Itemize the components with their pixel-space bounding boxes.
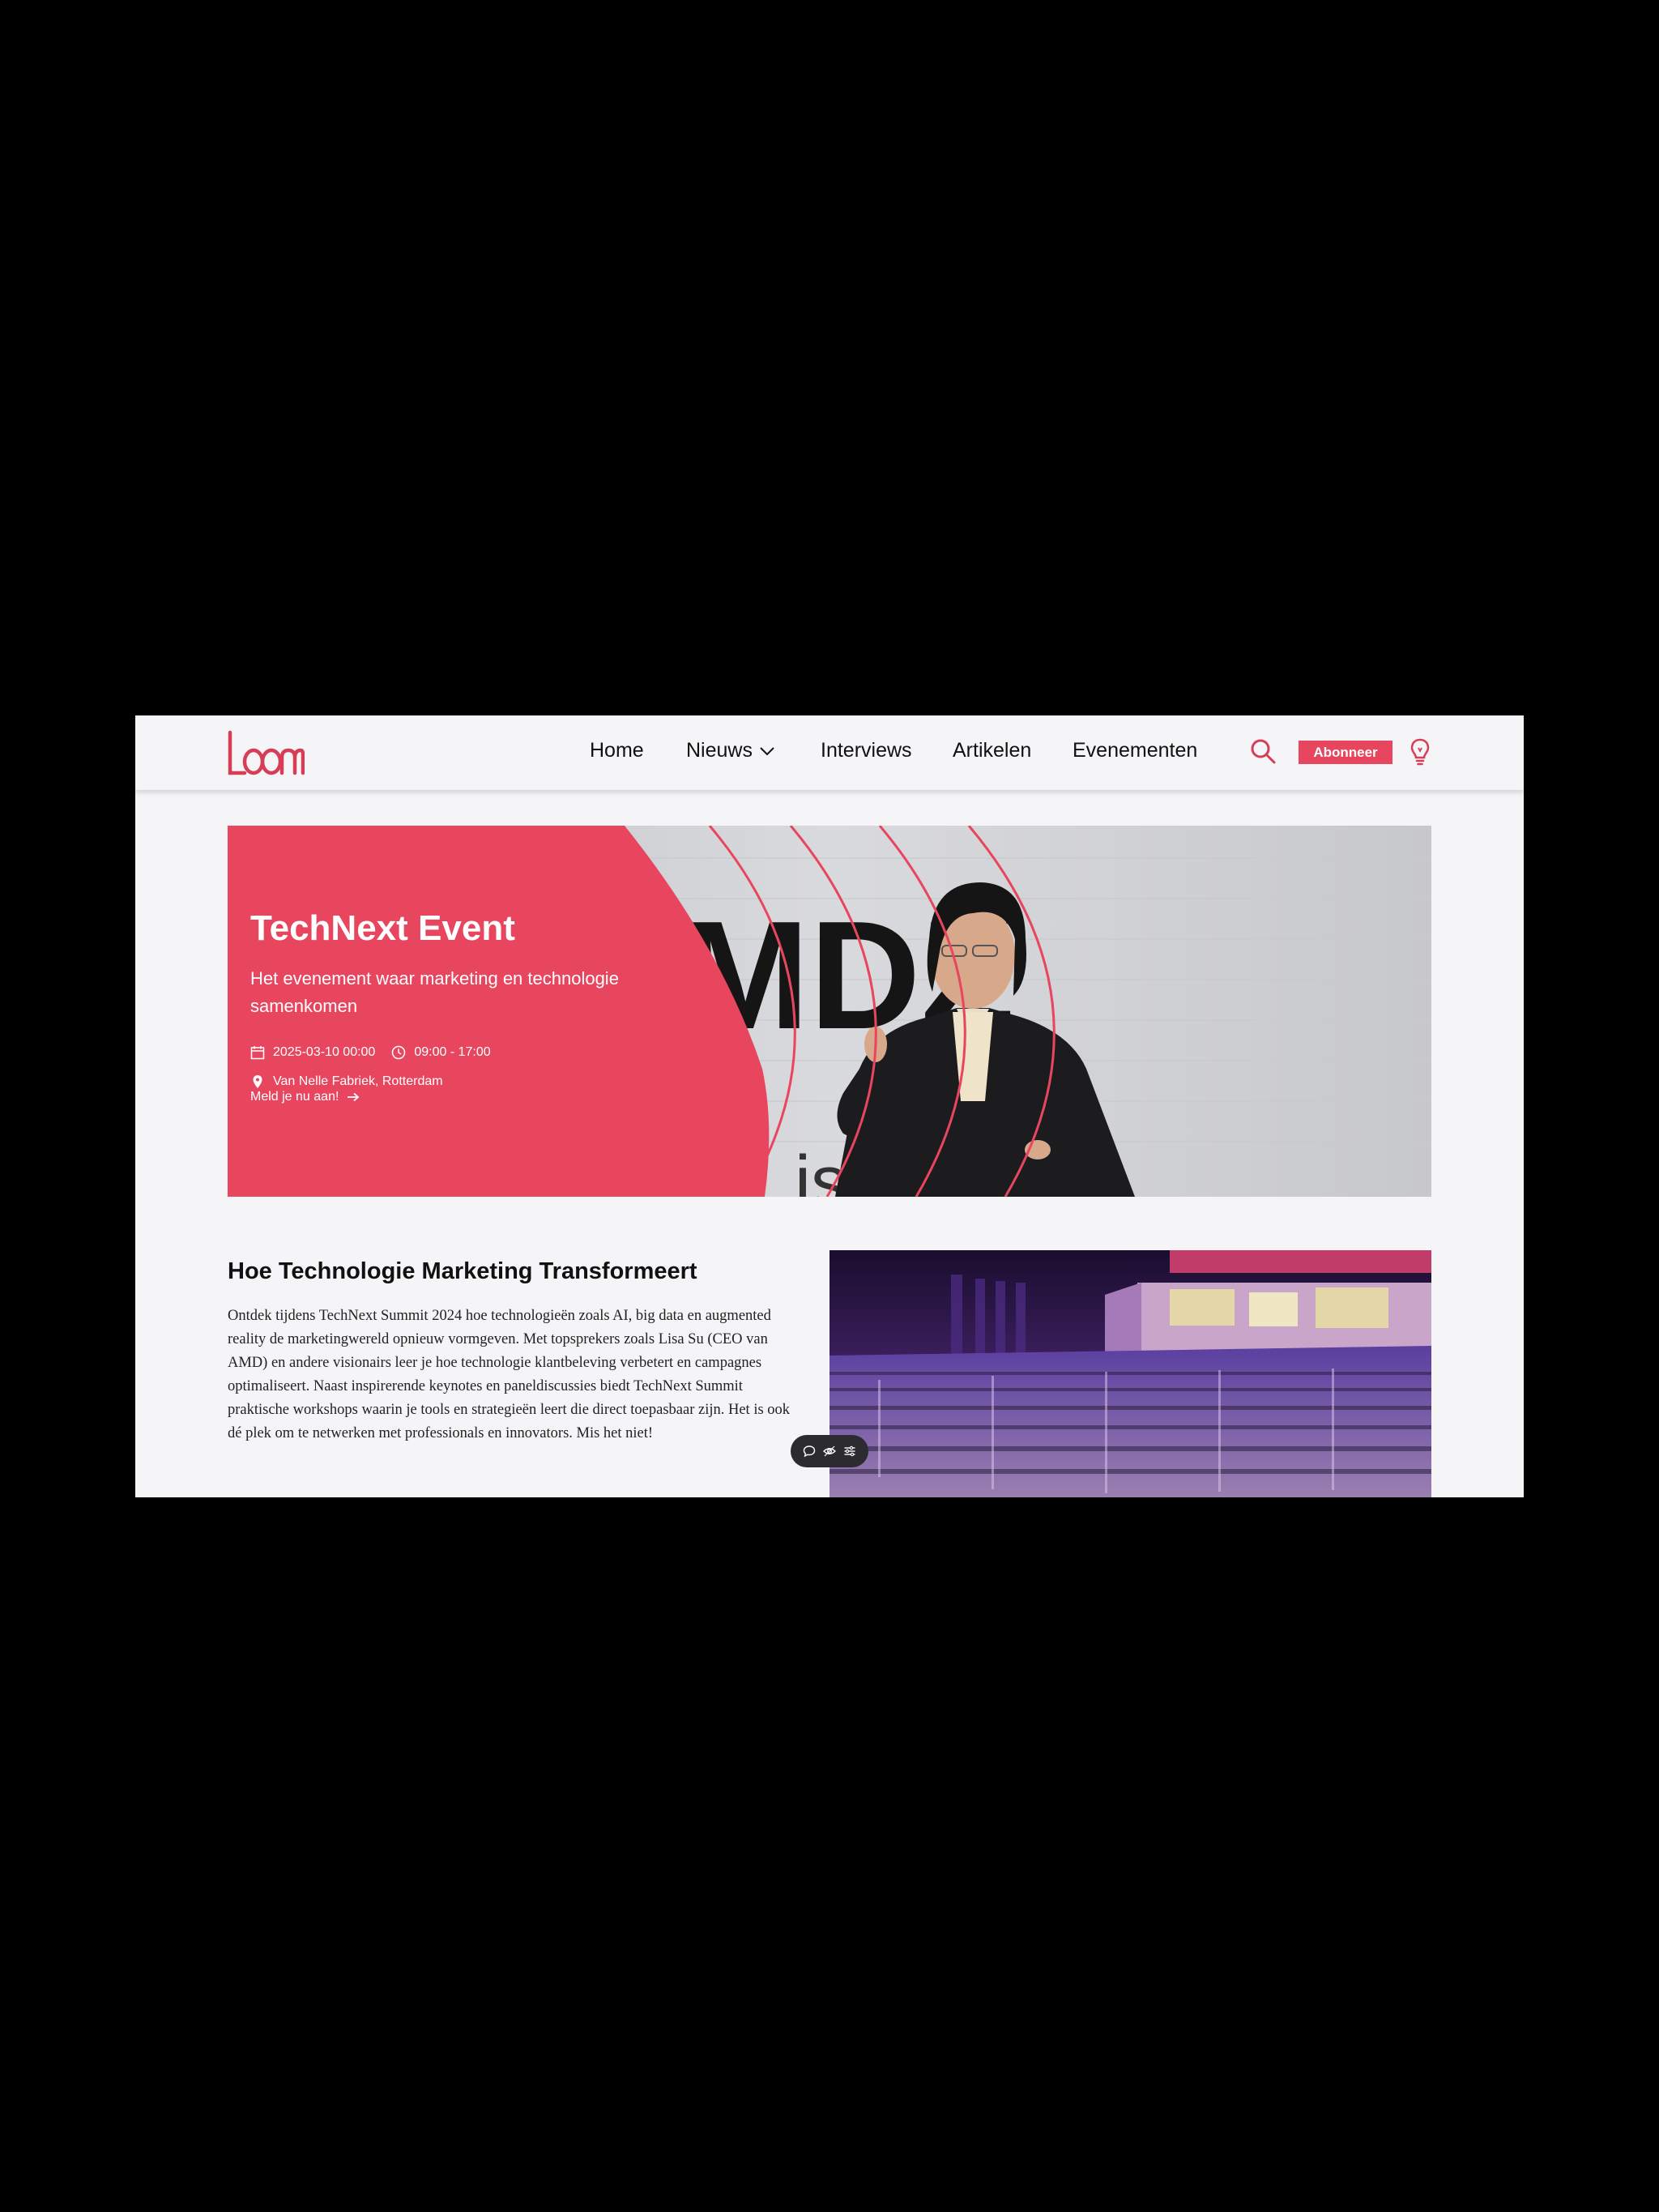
- article-title: Hoe Technologie Marketing Transformeert: [228, 1258, 697, 1284]
- nav-artikelen[interactable]: Artikelen: [953, 738, 1031, 762]
- hero-date: 2025-03-10 00:00: [273, 1045, 376, 1059]
- nav-nieuws[interactable]: Nieuws: [686, 738, 775, 762]
- subscribe-button[interactable]: Abonneer: [1299, 741, 1392, 764]
- register-link-label: Meld je nu aan!: [250, 1090, 339, 1104]
- register-link[interactable]: Meld je nu aan!: [250, 1090, 360, 1104]
- settings-sliders-icon[interactable]: [843, 1445, 856, 1458]
- nav-interviews-label: Interviews: [821, 739, 912, 762]
- arrow-right-icon: [348, 1092, 360, 1102]
- hero-subtitle: Het evenement waar marketing en technolo…: [250, 968, 619, 1016]
- chevron-down-icon: [760, 747, 774, 756]
- location-pin-icon: [253, 1075, 262, 1088]
- nav-home-label: Home: [590, 739, 644, 762]
- search-icon[interactable]: [1249, 737, 1277, 765]
- article-body: Ontdek tijdens TechNext Summit 2024 hoe …: [228, 1308, 791, 1441]
- lightbulb-icon[interactable]: [1410, 737, 1431, 767]
- hero-datetime-row: 2025-03-10 00:00 09:00 - 17:00: [250, 1045, 491, 1060]
- hero-banner: MDZ isa TechNext Event: [228, 826, 1431, 1197]
- nav-evenementen[interactable]: Evenementen: [1073, 738, 1197, 762]
- calendar-icon: [250, 1046, 265, 1060]
- comment-icon[interactable]: [803, 1445, 816, 1458]
- nav-home[interactable]: Home: [590, 738, 644, 762]
- top-navbar: Home Nieuws Interviews Artikelen Eveneme…: [135, 715, 1524, 790]
- hero-location-row: Van Nelle Fabriek, Rotterdam: [250, 1074, 443, 1089]
- conference-hall-photo: [830, 1250, 1431, 1497]
- hero-time: 09:00 - 17:00: [414, 1045, 491, 1059]
- nav-evenementen-label: Evenementen: [1073, 739, 1198, 762]
- clock-icon: [392, 1045, 406, 1060]
- eye-icon[interactable]: [823, 1445, 836, 1458]
- hero-title: TechNext Event: [250, 908, 515, 948]
- floating-toolbar: [791, 1435, 868, 1467]
- nav-artikelen-label: Artikelen: [953, 739, 1032, 762]
- nav-nieuws-label: Nieuws: [686, 739, 753, 762]
- loom-logo[interactable]: [227, 730, 305, 777]
- hero-location: Van Nelle Fabriek, Rotterdam: [273, 1074, 443, 1088]
- nav-interviews[interactable]: Interviews: [821, 738, 912, 762]
- website-viewport: Home Nieuws Interviews Artikelen Eveneme…: [135, 715, 1524, 1497]
